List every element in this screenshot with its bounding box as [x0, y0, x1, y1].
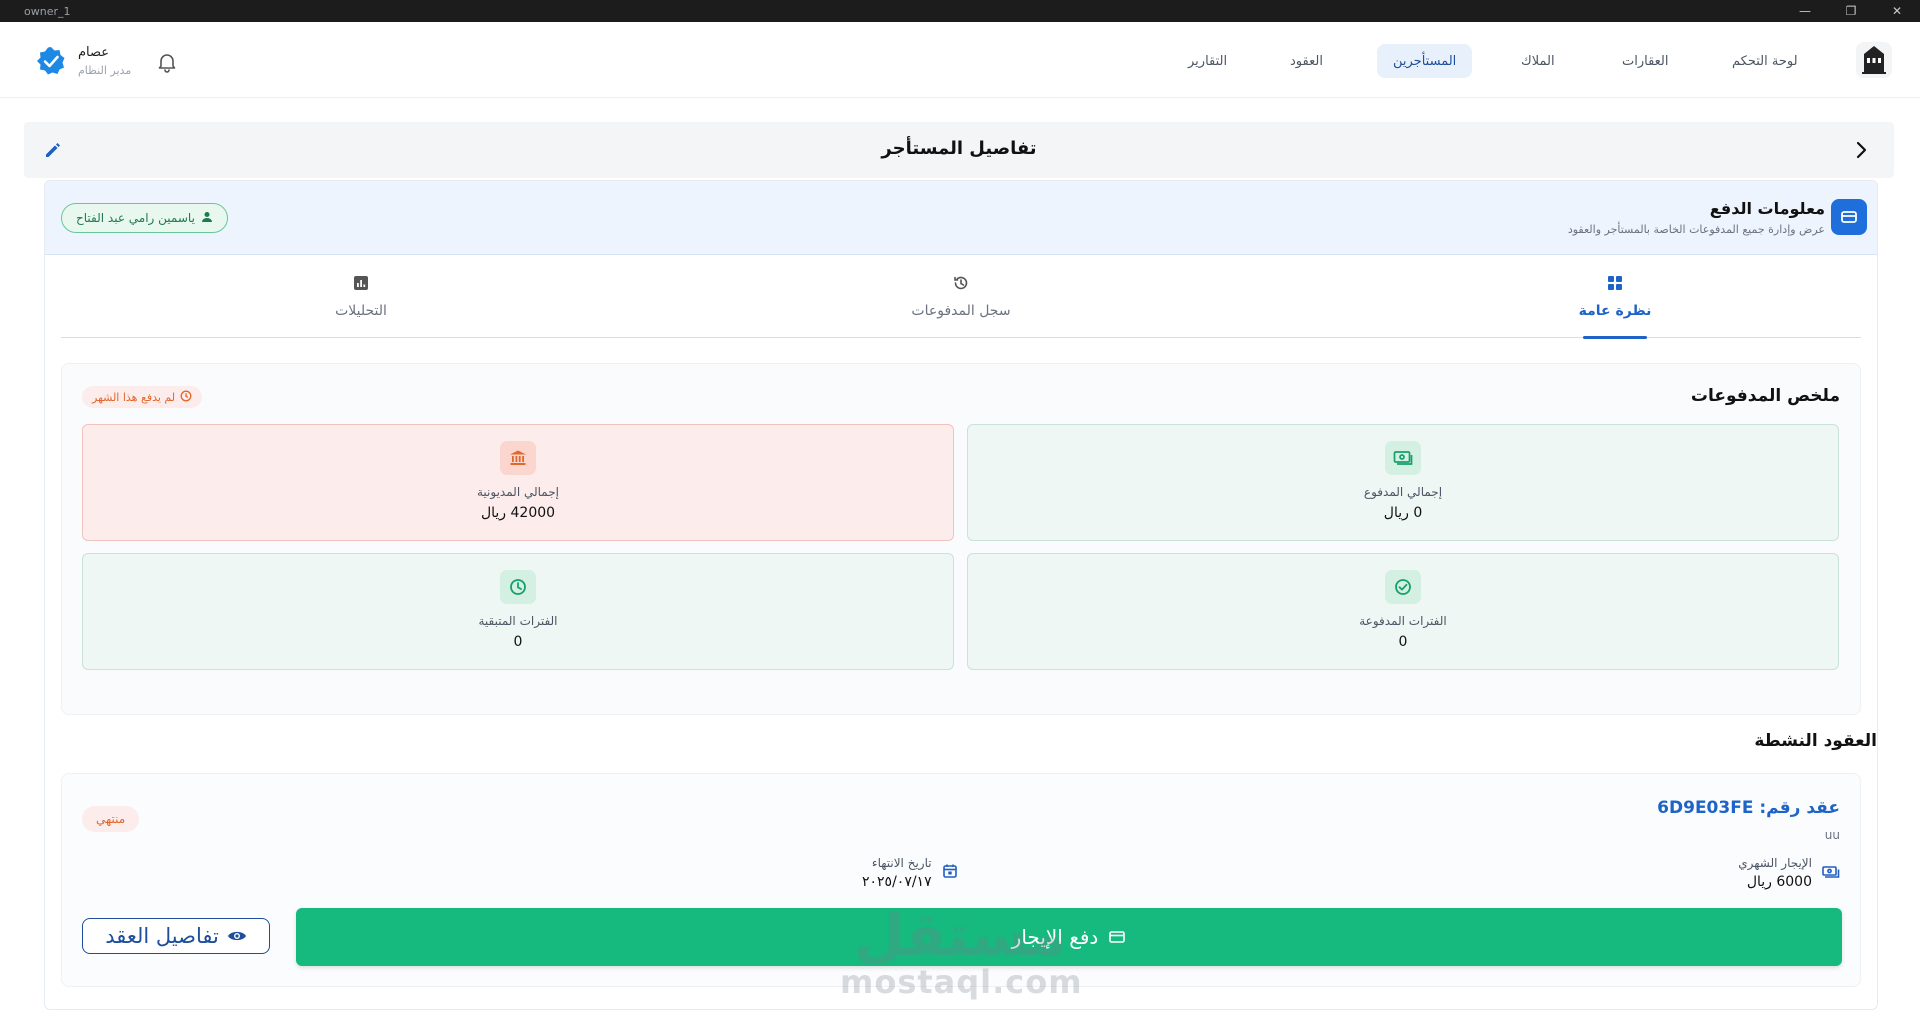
chart-icon	[353, 275, 369, 295]
stat-total-debt: إجمالي المديونية 42000 ريال	[82, 424, 954, 541]
grid-icon	[1607, 275, 1623, 295]
active-contracts-title: العقود النشطة	[1754, 731, 1877, 751]
tenant-chip[interactable]: ياسمين رامي عبد الفتاح	[61, 203, 228, 233]
bank-icon	[500, 441, 536, 475]
payment-info-header: معلومات الدفع عرض وإدارة جميع المدفوعات …	[45, 181, 1877, 255]
payment-info-subtitle: عرض وإدارة جميع المدفوعات الخاصة بالمستأ…	[1567, 223, 1825, 236]
stat-total-paid: إجمالي المدفوع 0 ريال	[967, 424, 1839, 541]
contract-details-button[interactable]: تفاصيل العقد	[82, 918, 270, 954]
nav-properties[interactable]: العقارات	[1606, 44, 1685, 78]
tab-payment-history[interactable]: سجل المدفوعات	[831, 255, 1091, 338]
app-logo[interactable]	[1852, 38, 1896, 82]
page-title: تفاصيل المستأجر	[881, 138, 1037, 159]
tab-overview-label: نظرة عامة	[1578, 302, 1652, 319]
tabs: نظرة عامة سجل المدفوعات التحليلات	[61, 255, 1861, 339]
tenant-name: ياسمين رامي عبد الفتاح	[76, 211, 195, 225]
stat-remaining-periods-value: 0	[513, 634, 523, 650]
close-icon[interactable]: ✕	[1874, 0, 1920, 22]
notification-bell-icon[interactable]	[155, 50, 179, 74]
payment-info-card: معلومات الدفع عرض وإدارة جميع المدفوعات …	[44, 180, 1878, 1010]
monthly-rent: الإيجار الشهري 6000 ريال	[1738, 856, 1840, 890]
summary-title: ملخص المدفوعات	[1690, 386, 1840, 406]
calendar-icon	[942, 863, 958, 883]
stat-total-paid-value: 0 ريال	[1383, 505, 1423, 521]
cash-icon	[1385, 441, 1421, 475]
money-icon	[1822, 864, 1840, 883]
tab-overview[interactable]: نظرة عامة	[1485, 255, 1745, 339]
page-header: تفاصيل المستأجر	[24, 122, 1894, 178]
contract-number: عقد رقم: 6D9E03FE	[1657, 798, 1840, 818]
back-chevron-icon[interactable]	[1850, 139, 1872, 161]
window-titlebar: owner_1 — ❐ ✕	[0, 0, 1920, 22]
restore-icon[interactable]: ❐	[1828, 0, 1874, 22]
stat-paid-periods: الفترات المدفوعة 0	[967, 553, 1839, 670]
unpaid-status-text: لم يدفع هذا الشهر	[92, 390, 176, 404]
monthly-rent-value: 6000 ريال	[1746, 874, 1812, 890]
active-tab-indicator	[1583, 336, 1647, 339]
stat-total-debt-label: إجمالي المديونية	[477, 485, 559, 499]
tab-analytics[interactable]: التحليلات	[231, 255, 491, 338]
top-navigation: لوحة التحكم العقارات الملاك المستأجرين ا…	[0, 22, 1920, 98]
stat-total-paid-label: إجمالي المدفوع	[1363, 485, 1443, 499]
contract-status-badge: منتهي	[82, 806, 140, 832]
watermark-arabic: مستقل	[853, 901, 1067, 969]
end-date-value: ٢٠٢٥/٠٧/١٧	[862, 874, 932, 890]
mostaql-watermark: مستقل mostaql.com	[840, 901, 1083, 1001]
tab-analytics-label: التحليلات	[335, 302, 387, 319]
window-title: owner_1	[24, 5, 71, 18]
end-date-label: تاريخ الانتهاء	[871, 856, 932, 870]
tab-payment-history-label: سجل المدفوعات	[911, 302, 1011, 319]
payments-summary: ملخص المدفوعات لم يدفع هذا الشهر إجمالي …	[61, 363, 1861, 715]
clock-icon	[500, 570, 536, 604]
stat-paid-periods-value: 0	[1398, 634, 1408, 650]
history-icon	[953, 275, 969, 295]
stat-paid-periods-label: الفترات المدفوعة	[1359, 614, 1447, 628]
nav-owners[interactable]: الملاك	[1505, 44, 1571, 78]
contract-details-label: تفاصيل العقد	[105, 924, 219, 948]
contract-subtitle: uu	[1824, 828, 1840, 842]
nav-tenants[interactable]: المستأجرين	[1377, 44, 1473, 78]
eye-icon	[227, 924, 247, 948]
nav-dashboard[interactable]: لوحة التحكم	[1716, 44, 1814, 78]
edit-pencil-icon[interactable]	[42, 139, 64, 161]
credit-card-icon	[1831, 199, 1867, 235]
clock-icon	[180, 390, 192, 405]
end-date: تاريخ الانتهاء ٢٠٢٥/٠٧/١٧	[862, 856, 958, 890]
watermark-latin: mostaql.com	[840, 963, 1083, 1001]
check-circle-icon	[1385, 570, 1421, 604]
nav-reports[interactable]: التقارير	[1172, 44, 1243, 78]
payment-info-title: معلومات الدفع	[1709, 199, 1825, 218]
pay-card-icon	[1108, 925, 1126, 949]
user-name: عصام	[78, 45, 110, 60]
stat-total-debt-value: 42000 ريال	[480, 505, 556, 521]
user-icon	[201, 211, 213, 226]
minimize-icon[interactable]: —	[1782, 0, 1828, 22]
unpaid-status-badge: لم يدفع هذا الشهر	[82, 386, 203, 408]
user-role: مدير النظام	[78, 64, 132, 77]
verified-badge-icon	[36, 46, 66, 76]
stat-remaining-periods-label: الفترات المتبقية	[478, 614, 558, 628]
stat-remaining-periods: الفترات المتبقية 0	[82, 553, 954, 670]
monthly-rent-label: الإيجار الشهري	[1738, 856, 1812, 870]
nav-contracts[interactable]: العقود	[1274, 44, 1339, 78]
